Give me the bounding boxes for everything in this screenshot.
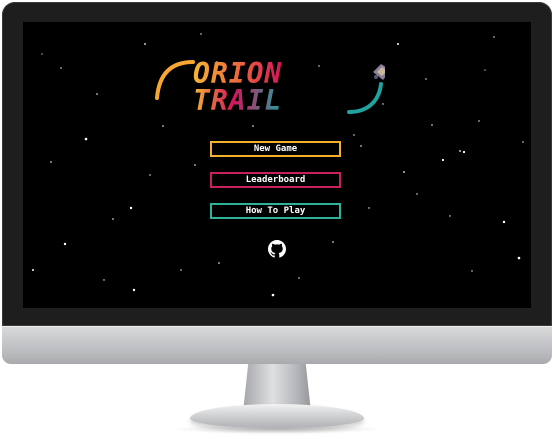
monitor-frame: ORION TRAIL New Game Leaderboard How To …	[0, 0, 554, 441]
github-icon[interactable]	[268, 240, 286, 258]
monitor-stand-base	[190, 404, 364, 428]
wagon-ship-icon	[373, 64, 385, 80]
leaderboard-button[interactable]: Leaderboard	[210, 172, 341, 188]
orion-trail-logo: ORION TRAIL	[155, 57, 385, 117]
logo-line-trail: TRAIL	[193, 84, 282, 117]
how-to-play-button[interactable]: How To Play	[210, 203, 341, 219]
new-game-button[interactable]: New Game	[210, 141, 341, 157]
game-screen: ORION TRAIL New Game Leaderboard How To …	[23, 22, 531, 308]
monitor-chin	[2, 326, 552, 364]
